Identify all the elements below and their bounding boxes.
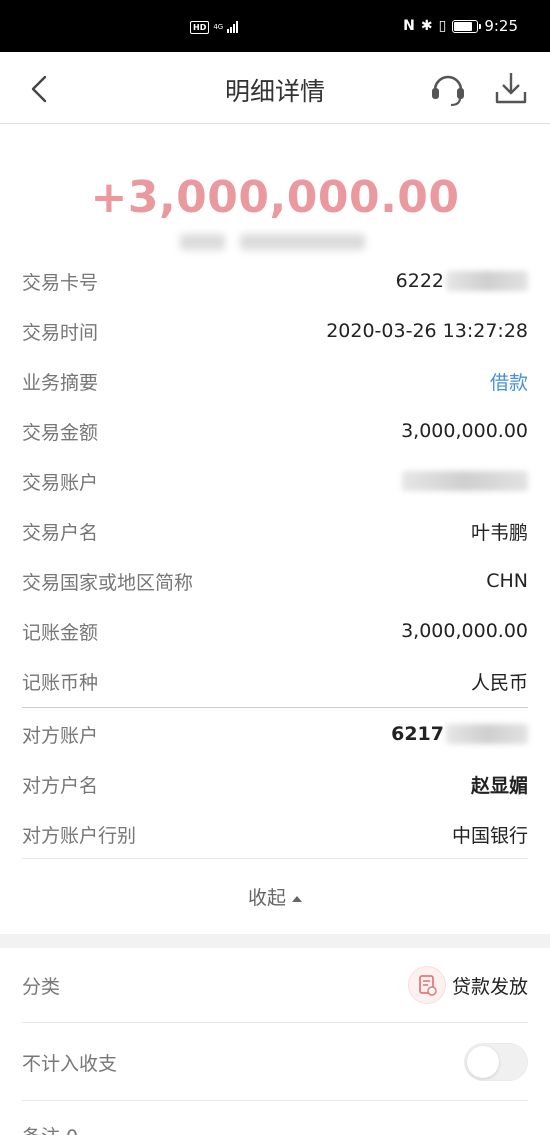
- detail-value: 6217: [391, 723, 528, 745]
- receipt-icon: [407, 966, 446, 1004]
- detail-label: 记账金额: [22, 621, 99, 644]
- signal-icon: [227, 21, 239, 33]
- nav-bar: 明细详情: [0, 52, 550, 124]
- detail-label: 业务摘要: [22, 371, 99, 394]
- status-icons: N ✱ ▯ 9:25: [403, 15, 518, 37]
- detail-label: 交易户名: [22, 521, 99, 544]
- detail-row-time: 交易时间 2020-03-26 13:27:28: [22, 306, 528, 356]
- detail-row-card-number: 交易卡号 6222: [22, 256, 528, 306]
- detail-label: 交易金额: [22, 421, 99, 444]
- category-row[interactable]: 分类 贷款发放: [22, 962, 528, 1008]
- exclude-row: 不计入收支: [22, 1042, 528, 1082]
- toggle-knob: [467, 1046, 499, 1078]
- detail-row-currency: 记账币种 人民币: [22, 656, 528, 706]
- network-type: 4G: [213, 23, 224, 31]
- category-label: 分类: [22, 975, 61, 998]
- detail-value: [400, 471, 528, 491]
- section-divider: [22, 858, 528, 859]
- exclude-toggle[interactable]: [464, 1043, 528, 1081]
- masked-value: [446, 724, 528, 744]
- headset-icon[interactable]: [429, 70, 467, 108]
- counterparty-row-account: 对方账户 6217: [22, 709, 528, 759]
- collapse-label: 收起: [247, 887, 286, 909]
- detail-value: 赵显媚: [470, 774, 528, 797]
- detail-row-summary: 业务摘要 借款: [22, 356, 528, 406]
- business-summary-link[interactable]: 借款: [490, 368, 528, 395]
- detail-label: 交易账户: [22, 471, 99, 494]
- status-time: 9:25: [484, 17, 518, 35]
- detail-label: 对方户名: [22, 774, 99, 797]
- section-divider: [22, 1100, 528, 1101]
- detail-value: CHN: [486, 570, 528, 592]
- nfc-icon: N: [403, 18, 415, 34]
- exclude-label: 不计入收支: [22, 1052, 118, 1075]
- detail-value: 6222: [396, 270, 528, 292]
- hd-badge: HD: [190, 20, 210, 34]
- category-name: 贷款发放: [451, 975, 528, 998]
- page-title: 明细详情: [224, 77, 325, 106]
- remark-label[interactable]: 备注 0: [22, 1122, 78, 1135]
- bluetooth-icon: ✱: [420, 18, 433, 34]
- counterparty-row-name: 对方户名 赵显媚: [22, 759, 528, 809]
- battery-icon: [452, 19, 482, 33]
- section-gap: [0, 934, 550, 948]
- detail-value: 中国银行: [451, 824, 528, 847]
- detail-value: 2020-03-26 13:27:28: [326, 320, 528, 342]
- detail-value: 3,000,000.00: [401, 420, 528, 442]
- transaction-amount: +3,000,000.00: [90, 172, 460, 223]
- section-divider: [22, 707, 528, 708]
- detail-label: 记账币种: [22, 671, 99, 694]
- detail-label: 交易卡号: [22, 271, 99, 294]
- masked-value: [446, 271, 528, 291]
- detail-value: 人民币: [470, 671, 528, 694]
- detail-value: 3,000,000.00: [401, 620, 528, 642]
- detail-row-country: 交易国家或地区简称 CHN: [22, 556, 528, 606]
- category-value[interactable]: 贷款发放: [407, 966, 528, 1004]
- counterparty-row-bank: 对方账户行别 中国银行: [22, 809, 528, 859]
- masked-text: [240, 234, 365, 250]
- section-divider: [22, 1022, 528, 1023]
- detail-value: 叶韦鹏: [470, 521, 528, 544]
- masked-text: [180, 234, 225, 250]
- detail-row-account-name: 交易户名 叶韦鹏: [22, 506, 528, 556]
- vibrate-icon: ▯: [438, 18, 447, 34]
- collapse-button[interactable]: 收起: [0, 883, 550, 910]
- detail-label: 对方账户行别: [22, 824, 137, 847]
- caret-up-icon: [292, 895, 302, 902]
- detail-label: 交易时间: [22, 321, 99, 344]
- detail-label: 交易国家或地区简称: [22, 571, 194, 594]
- status-bar: HD 4G N ✱ ▯ 9:25: [0, 0, 550, 52]
- signal-group: HD 4G: [190, 18, 239, 36]
- detail-label: 对方账户: [22, 724, 99, 747]
- detail-row-amount: 交易金额 3,000,000.00: [22, 406, 528, 456]
- masked-value: [402, 471, 528, 491]
- detail-row-booked-amount: 记账金额 3,000,000.00: [22, 606, 528, 656]
- detail-row-account: 交易账户: [22, 456, 528, 506]
- download-icon[interactable]: [494, 70, 528, 106]
